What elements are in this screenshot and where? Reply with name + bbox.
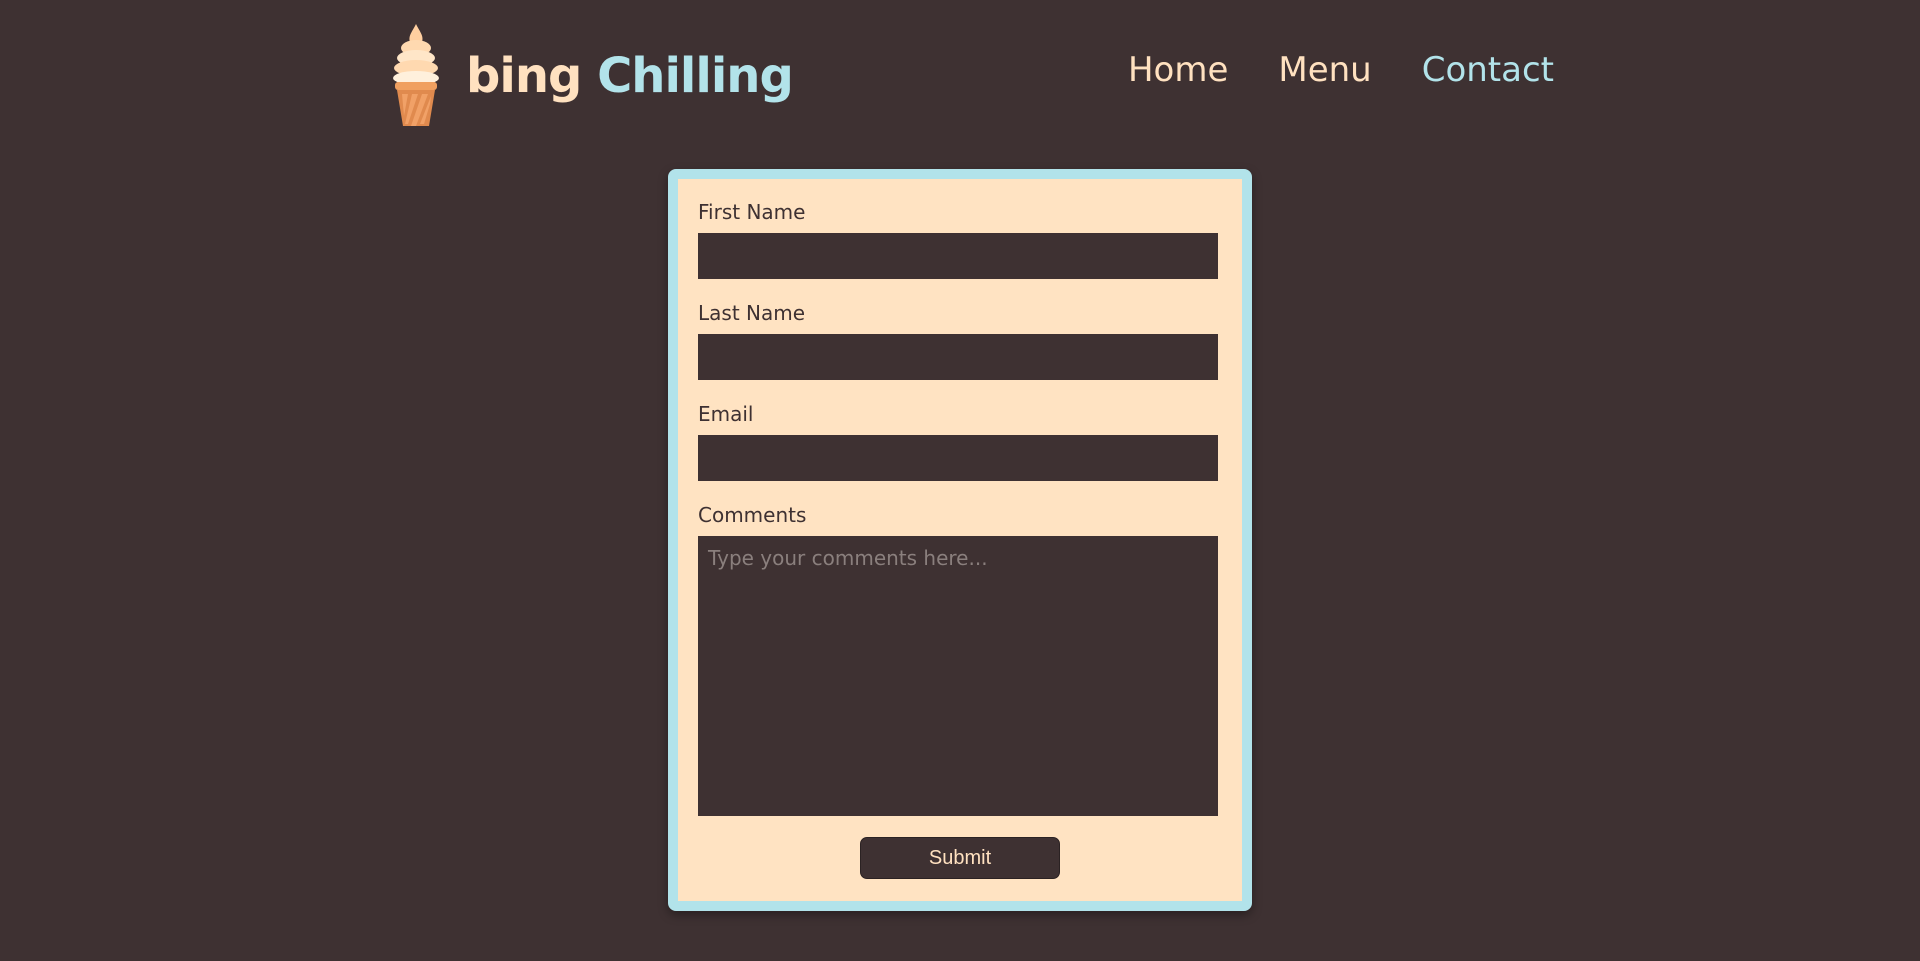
brand-word-bing: bing	[466, 48, 582, 104]
email-label: Email	[698, 402, 754, 426]
nav-contact-link[interactable]: Contact	[1422, 50, 1554, 90]
nav-menu-link[interactable]: Menu	[1278, 50, 1371, 90]
comments-textarea[interactable]	[698, 536, 1218, 816]
last-name-input[interactable]	[698, 334, 1218, 380]
first-name-label: First Name	[698, 200, 806, 224]
brand-name: bing Chilling	[466, 46, 794, 106]
nav-home-link[interactable]: Home	[1128, 50, 1228, 90]
logo-link[interactable]: bing Chilling	[386, 24, 806, 126]
brand-word-chilling: Chilling	[597, 48, 794, 104]
main-nav: Home Menu Contact	[1128, 50, 1554, 90]
email-input[interactable]	[698, 435, 1218, 481]
site-header: bing Chilling Home Menu Contact	[386, 20, 1554, 130]
comments-label: Comments	[698, 503, 807, 527]
ice-cream-cone-icon	[393, 24, 439, 126]
last-name-label: Last Name	[698, 301, 806, 325]
contact-form: First Name Last Name Email Comments Subm…	[668, 169, 1252, 911]
submit-button[interactable]: Submit	[860, 837, 1060, 879]
first-name-input[interactable]	[698, 233, 1218, 279]
